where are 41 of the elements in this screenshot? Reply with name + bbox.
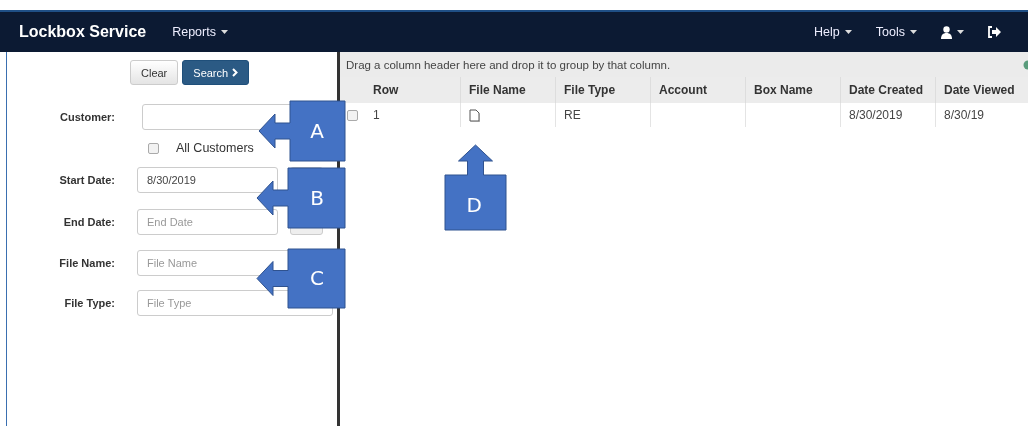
column-header[interactable]: Date Viewed <box>935 77 1028 103</box>
callout-label: B <box>310 186 324 210</box>
table-cell: 8/30/2019 <box>840 103 935 127</box>
app-title: Lockbox Service <box>19 23 147 41</box>
document-icon[interactable] <box>469 108 480 122</box>
column-header[interactable]: File Type <box>555 77 650 103</box>
nav-menu[interactable]: Tools <box>875 25 917 39</box>
search-button[interactable]: Search <box>182 60 250 85</box>
column-header[interactable]: Date Created <box>840 77 935 103</box>
table-cell-text: 1 <box>372 107 381 124</box>
field-label: File Name: <box>58 257 115 269</box>
caret-icon <box>957 30 964 34</box>
field-label: File Type: <box>63 297 115 309</box>
field-label: Start Date: <box>58 174 115 186</box>
user-icon <box>941 25 952 39</box>
nav-menu[interactable]: Reports <box>172 25 228 39</box>
table-cell: RE <box>555 103 650 127</box>
table-cell: 8/30/19 <box>935 103 1028 127</box>
logout-button[interactable] <box>988 26 1001 38</box>
column-header[interactable]: Box Name <box>745 77 840 103</box>
field-label: Customer: <box>59 111 115 123</box>
column-header[interactable]: Account <box>650 77 745 103</box>
callout-label: D <box>466 193 482 217</box>
clear-button[interactable]: Clear <box>130 60 179 85</box>
caret-icon <box>220 30 228 34</box>
column-header[interactable]: File Name <box>460 77 555 103</box>
user-menu[interactable] <box>941 25 964 39</box>
column-header[interactable]: Row <box>365 77 460 103</box>
group-hint: Drag a column header here and drop it to group by that column. <box>346 58 671 71</box>
logout-icon <box>988 26 1001 38</box>
callout-label: A <box>310 119 324 143</box>
checkbox-label: All Customers <box>176 141 254 155</box>
nav-menu[interactable]: Help <box>814 25 852 39</box>
field-label: End Date: <box>62 216 115 228</box>
chevron-icon <box>232 68 239 77</box>
checkbox[interactable] <box>148 142 159 154</box>
row-checkbox[interactable] <box>347 109 358 121</box>
caret-icon <box>844 30 852 34</box>
date-field[interactable]: 8/30/2019 <box>137 167 278 193</box>
date-field[interactable]: End Date <box>137 209 278 235</box>
caret-icon <box>910 30 917 34</box>
